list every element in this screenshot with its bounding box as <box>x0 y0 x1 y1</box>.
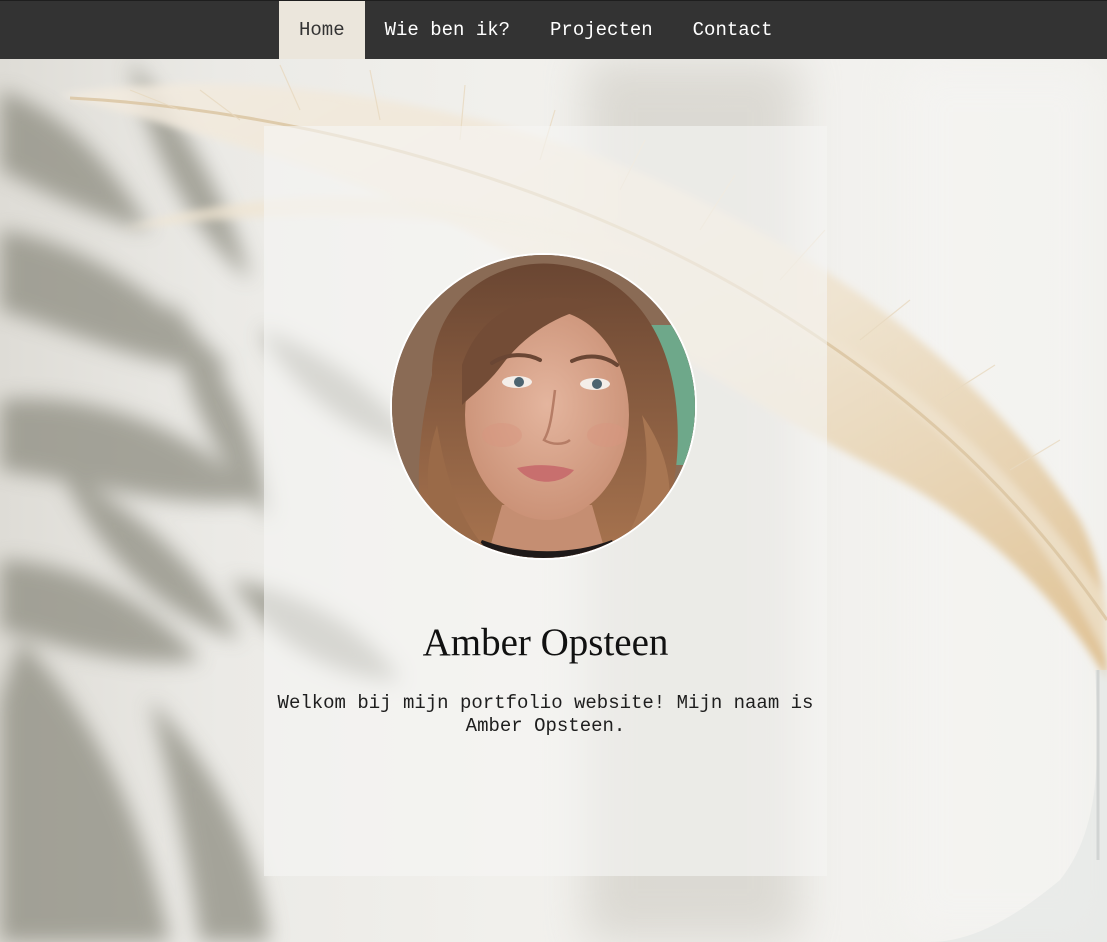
nav-item-projecten[interactable]: Projecten <box>530 1 673 59</box>
nav-item-contact[interactable]: Contact <box>673 1 793 59</box>
intro-text: Welkom bij mijn portfolio website! Mijn … <box>277 692 814 737</box>
avatar <box>390 253 697 560</box>
profile-name: Amber Opsteen <box>422 621 669 664</box>
profile-card: Amber Opsteen Welkom bij mijn portfolio … <box>264 126 827 876</box>
nav-item-home[interactable]: Home <box>279 1 365 59</box>
nav-menu: Home Wie ben ik? Projecten Contact <box>279 1 792 59</box>
navbar: Home Wie ben ik? Projecten Contact <box>0 0 1107 59</box>
nav-item-wie-ben-ik[interactable]: Wie ben ik? <box>365 1 530 59</box>
